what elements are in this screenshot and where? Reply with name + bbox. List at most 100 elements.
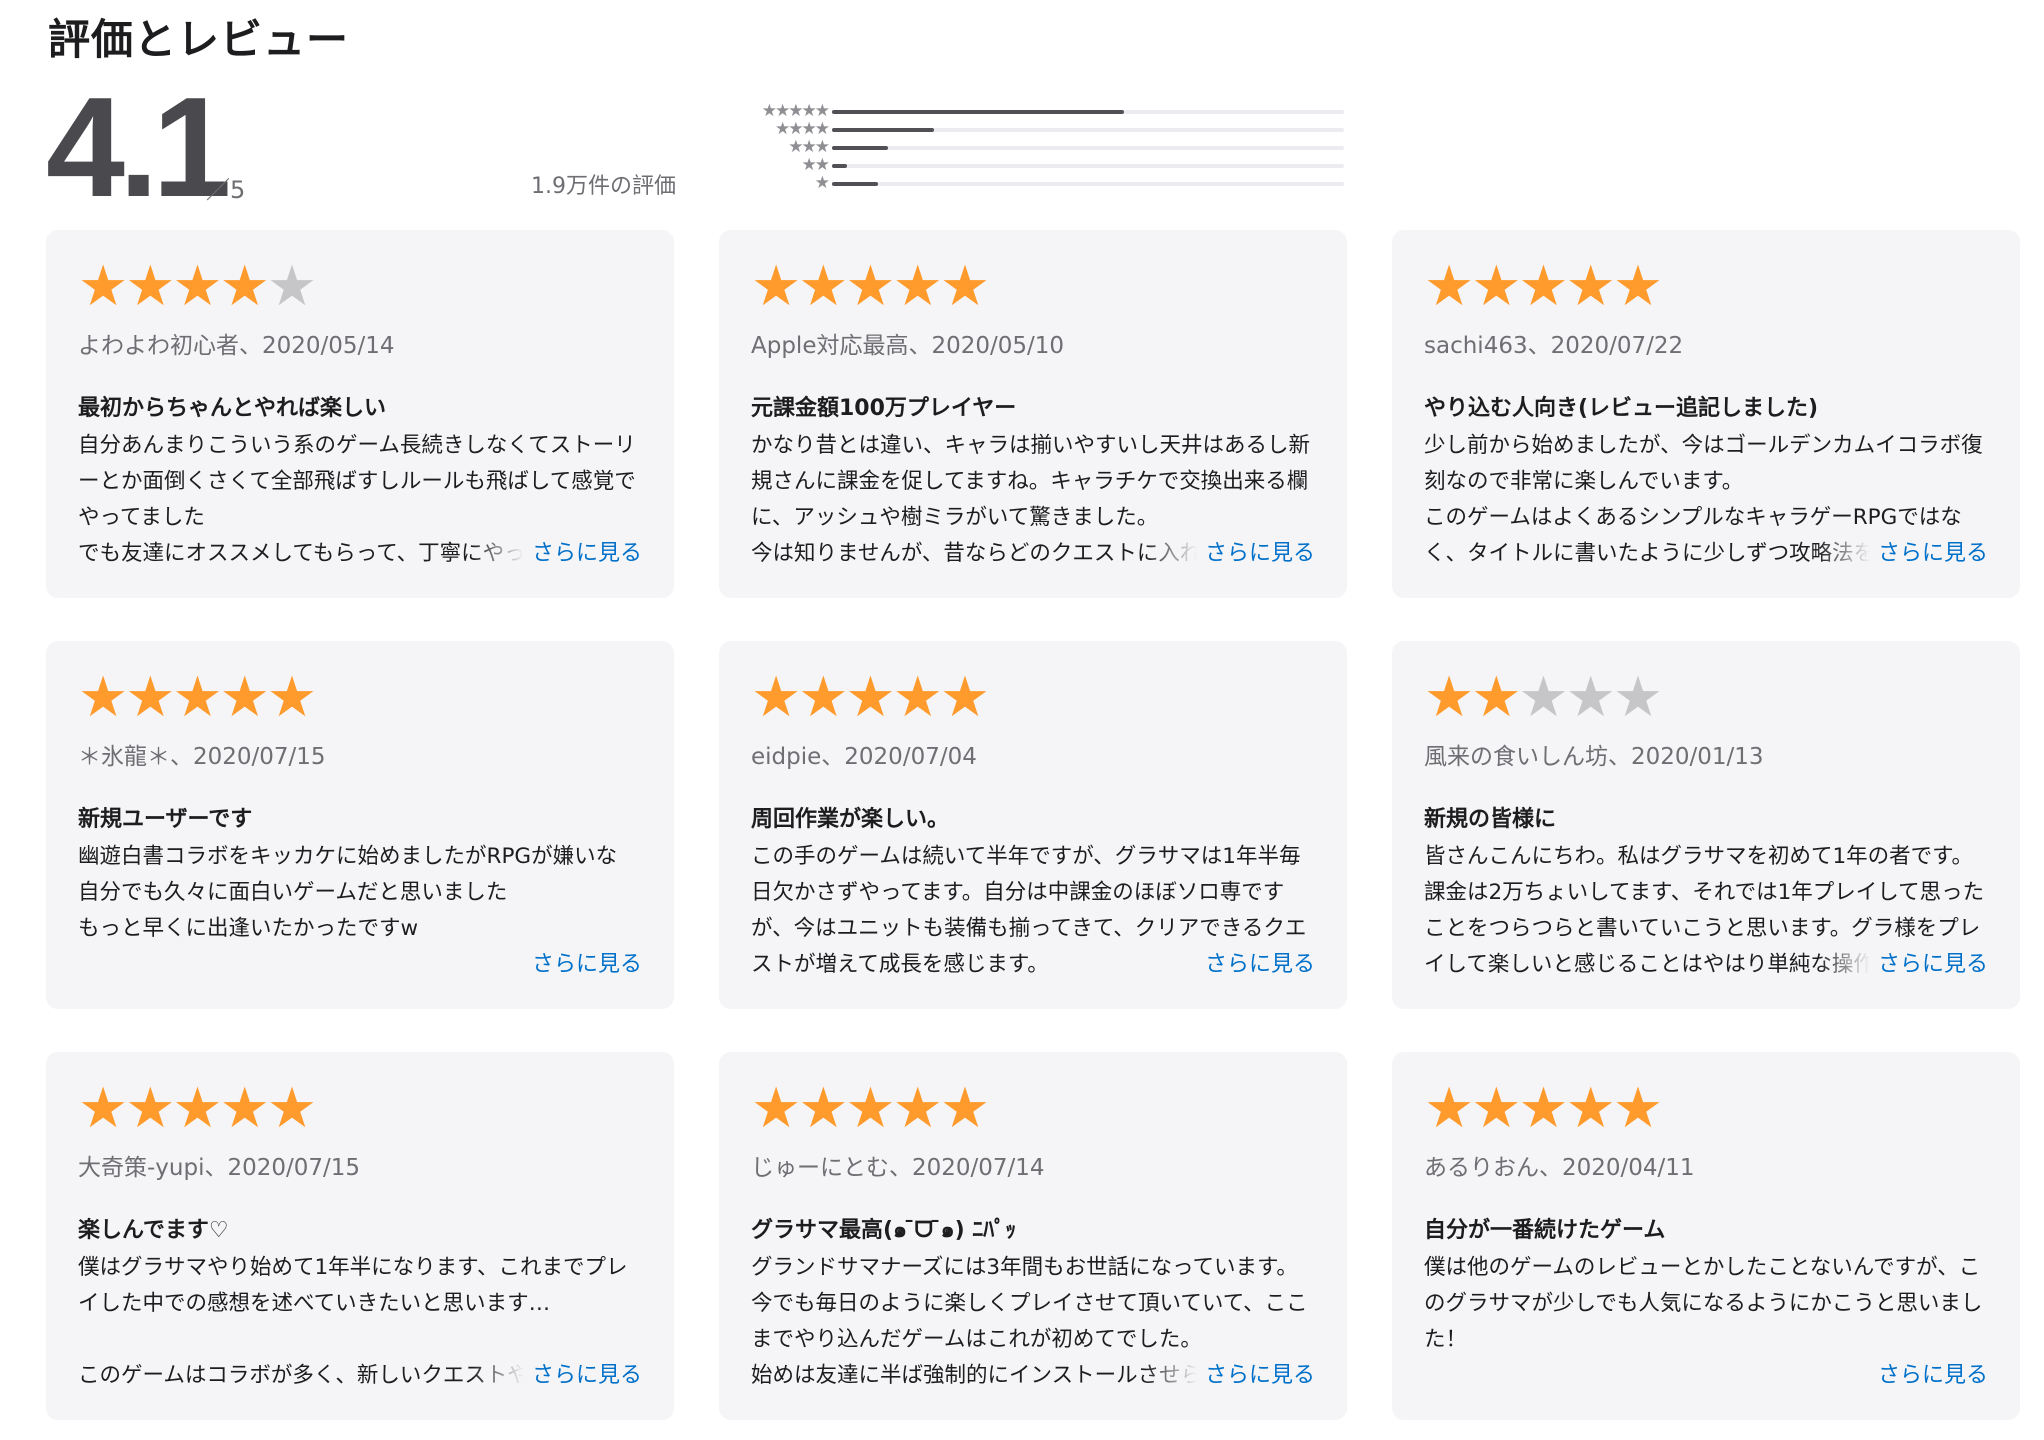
histogram-stars-icon: ★★ [801, 155, 830, 175]
review-author-date: Apple対応最高、2020/05/10 [751, 333, 1065, 359]
review-title: 最初からちゃんとやれば楽しい [78, 396, 387, 421]
review-title: グラサマ最高(๑ ̄ᗜ ̄๑) ﾆﾊﾟｯ [751, 1218, 1017, 1243]
histogram-track [832, 164, 1344, 168]
review-author-date: 風来の食いしん坊、2020/01/13 [1424, 744, 1764, 770]
review-author-date: sachi463、2020/07/22 [1424, 333, 1684, 359]
star-filled-icon: ★ [78, 254, 128, 319]
star-filled-icon: ★ [1565, 254, 1616, 319]
star-filled-icon: ★ [798, 1076, 848, 1141]
histogram-track [832, 146, 1344, 150]
histogram-stars-icon: ★★★★★ [761, 101, 830, 121]
see-more-link[interactable]: さらに見る [471, 1358, 642, 1394]
histogram-bar [832, 110, 1124, 114]
see-more-link[interactable]: さらに見る [1817, 536, 1988, 572]
review-card: ★★★★★ よわよわ初心者、2020/05/14 最初からちゃんとやれば楽しい自分あ… [46, 230, 674, 598]
review-title: 自分が一番続けたゲーム [1424, 1218, 1666, 1243]
histogram-bar [832, 164, 848, 168]
review-rating-stars: ★★★★★ [1424, 1080, 1988, 1138]
review-body-container: 少し前から始めましたが、今はゴールデンカムイコラボ復刻なので非常に楽しんでいます… [1424, 428, 1988, 572]
review-card: ★★★★★ eidpie、2020/07/04 周回作業が楽しい。 この手のゲームは続… [719, 641, 1347, 1009]
review-body-container: この手のゲームは続いて半年ですが、グラサマは1年半毎日欠かさずやってます。自分は… [751, 839, 1315, 983]
review-body-container: 幽遊白書コラボをキッカケに始めましたがRPGが嫌いな 自分でも久々に面白いゲーム… [78, 839, 642, 983]
star-filled-icon: ★ [125, 665, 175, 730]
star-filled-icon: ★ [1424, 1076, 1474, 1141]
star-filled-icon: ★ [1471, 665, 1521, 730]
star-filled-icon: ★ [266, 1076, 317, 1141]
star-filled-icon: ★ [751, 1076, 801, 1141]
star-filled-icon: ★ [892, 1076, 943, 1141]
review-author-date: 大奇策-yupi、2020/07/15 [78, 1155, 361, 1181]
review-body-container: グランドサマナーズには3年間もお世話になっています。今でも毎日のように楽しくプレ… [751, 1250, 1315, 1394]
star-filled-icon: ★ [78, 1076, 128, 1141]
see-more-link[interactable]: さらに見る [1817, 1358, 1988, 1394]
histogram-row: ★ [710, 174, 1350, 192]
review-author-date: あるりおん、2020/04/11 [1424, 1155, 1695, 1181]
star-empty-icon: ★ [266, 254, 317, 319]
star-filled-icon: ★ [798, 665, 848, 730]
review-title: 楽しんでます♡ [78, 1218, 229, 1243]
star-filled-icon: ★ [1471, 254, 1521, 319]
star-filled-icon: ★ [1612, 254, 1663, 319]
see-more-link[interactable]: さらに見る [1817, 947, 1988, 983]
review-card: ★★★★★ Apple対応最高、2020/05/10 元課金額100万プレイヤー かな… [719, 230, 1347, 598]
star-empty-icon: ★ [1565, 665, 1616, 730]
see-more-link[interactable]: さらに見る [471, 947, 642, 983]
review-rating-stars: ★★★★★ [78, 258, 642, 316]
review-card: ★★★★★ sachi463、2020/07/22 やり込む人向き(レビュー追記しま… [1392, 230, 2020, 598]
see-more-link[interactable]: さらに見る [471, 536, 642, 572]
star-filled-icon: ★ [125, 1076, 175, 1141]
review-rating-stars: ★★★★★ [78, 1080, 642, 1138]
review-card: ★★★★★ じゅーにとむ、2020/07/14 グラサマ最高(๑ ̄ᗜ ̄๑) ﾆﾊ… [719, 1052, 1347, 1420]
review-rating-stars: ★★★★★ [751, 669, 1315, 727]
review-card: ★★★★★ 大奇策-yupi、2020/07/15 楽しんでます♡ 僕はグラサマやり始… [46, 1052, 674, 1420]
histogram-track [832, 182, 1344, 186]
star-filled-icon: ★ [1424, 254, 1474, 319]
review-body: 僕は他のゲームのレビューとかしたことないんですが、このグラサマが少しでも人気にな… [1424, 1255, 1983, 1352]
star-filled-icon: ★ [1518, 1076, 1568, 1141]
review-card: ★★★★★ あるりおん、2020/04/11 自分が一番続けたゲーム 僕は他のゲームの… [1392, 1052, 2020, 1420]
star-filled-icon: ★ [172, 665, 222, 730]
star-filled-icon: ★ [845, 254, 895, 319]
review-author-date: eidpie、2020/07/04 [751, 744, 977, 770]
review-rating-stars: ★★★★★ [1424, 669, 1988, 727]
star-filled-icon: ★ [125, 254, 175, 319]
star-filled-icon: ★ [939, 254, 990, 319]
star-filled-icon: ★ [1565, 1076, 1616, 1141]
star-filled-icon: ★ [845, 665, 895, 730]
histogram-bar [832, 182, 879, 186]
review-title: 新規ユーザーです [78, 807, 253, 832]
review-body-container: 僕は他のゲームのレビューとかしたことないんですが、このグラサマが少しでも人気にな… [1424, 1250, 1988, 1394]
review-rating-stars: ★★★★★ [751, 258, 1315, 316]
see-more-link[interactable]: さらに見る [1144, 1358, 1315, 1394]
star-filled-icon: ★ [219, 665, 270, 730]
star-filled-icon: ★ [266, 665, 317, 730]
histogram-bar [832, 146, 889, 150]
review-body-container: 自分あんまりこういう系のゲーム長続きしなくてストーリーとか面倒くさくて全部飛ばす… [78, 428, 642, 572]
review-title: やり込む人向き(レビュー追記しました) [1424, 396, 1819, 421]
review-author-date: よわよわ初心者、2020/05/14 [78, 333, 395, 359]
review-title: 元課金額100万プレイヤー [751, 396, 1017, 421]
review-author-date: ＊氷龍＊、2020/07/15 [78, 744, 326, 770]
review-rating-stars: ★★★★★ [78, 669, 642, 727]
review-grid: ★★★★★ よわよわ初心者、2020/05/14 最初からちゃんとやれば楽しい 自分あ… [46, 230, 2020, 1420]
rating-histogram: ★★★★★ ★★★★ ★★★ ★★ ★ [710, 102, 1350, 192]
histogram-track [832, 110, 1344, 114]
star-filled-icon: ★ [1612, 1076, 1663, 1141]
star-empty-icon: ★ [1518, 665, 1568, 730]
see-more-link[interactable]: さらに見る [1144, 947, 1315, 983]
star-filled-icon: ★ [78, 665, 128, 730]
see-more-link[interactable]: さらに見る [1144, 536, 1315, 572]
star-filled-icon: ★ [892, 665, 943, 730]
histogram-row: ★★ [710, 156, 1350, 174]
star-filled-icon: ★ [172, 254, 222, 319]
star-filled-icon: ★ [751, 254, 801, 319]
star-filled-icon: ★ [751, 665, 801, 730]
review-rating-stars: ★★★★★ [1424, 258, 1988, 316]
histogram-track [832, 128, 1344, 132]
histogram-stars-icon: ★★★★ [775, 119, 830, 139]
review-body-container: 僕はグラサマやり始めて1年半になります、これまでプレイした中での感想を述べていき… [78, 1250, 642, 1394]
average-rating-value: 4.1 [46, 68, 231, 227]
histogram-row: ★★★★★ [710, 102, 1350, 120]
star-filled-icon: ★ [1471, 1076, 1521, 1141]
histogram-stars-icon: ★ [814, 173, 830, 193]
